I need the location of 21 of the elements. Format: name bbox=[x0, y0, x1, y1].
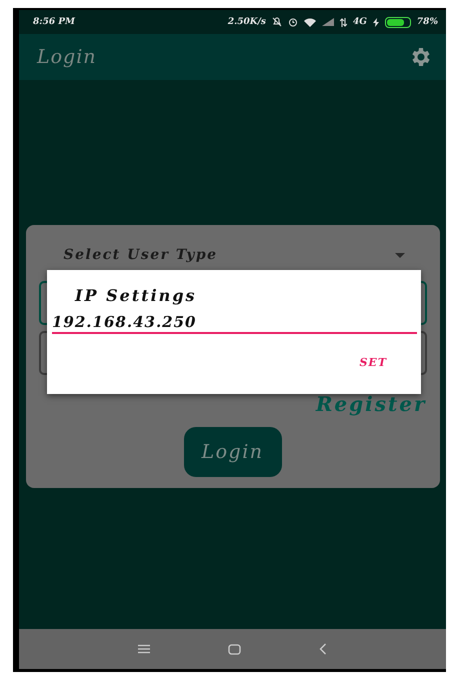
battery-icon bbox=[384, 16, 411, 28]
data-arrows-icon bbox=[340, 18, 347, 26]
login-button[interactable]: Login bbox=[184, 427, 282, 477]
back-icon[interactable] bbox=[319, 643, 327, 655]
home-icon[interactable] bbox=[228, 644, 241, 654]
menu-icon[interactable] bbox=[138, 644, 150, 654]
ip-address-field[interactable]: 192.168.43.250 bbox=[52, 307, 417, 334]
alarm-icon bbox=[288, 17, 298, 27]
bell-muted-icon bbox=[272, 17, 282, 27]
dropdown-caret-icon[interactable] bbox=[394, 252, 404, 258]
status-time: 8:56 PM bbox=[33, 17, 75, 27]
signal-icon bbox=[322, 18, 334, 26]
app-title: Login bbox=[37, 46, 97, 68]
dialog-title: IP Settings bbox=[75, 286, 198, 305]
battery-percent: 78% bbox=[416, 17, 438, 27]
wifi-icon bbox=[304, 18, 316, 26]
network-speed: 2.50K/s bbox=[228, 17, 266, 27]
network-type: 4G bbox=[352, 17, 367, 27]
lightning-icon bbox=[372, 18, 379, 26]
user-type-select[interactable]: Select User Type bbox=[64, 247, 218, 263]
set-button[interactable]: SET bbox=[355, 354, 391, 371]
